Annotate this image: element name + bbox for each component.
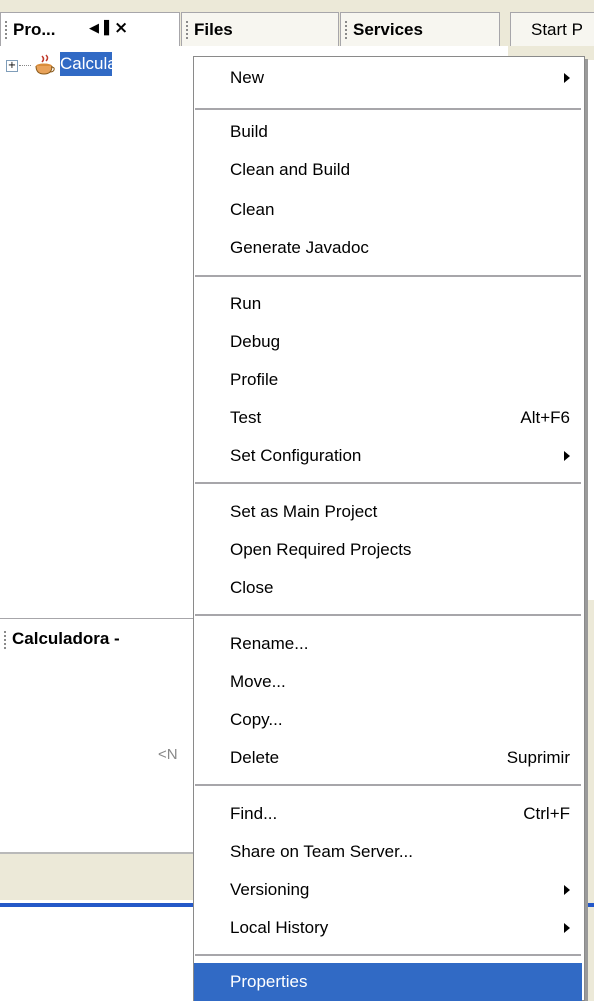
- tab-strip: Pro... ◀▐ × Files Services Start P: [0, 0, 594, 46]
- menu-item-label: Profile: [230, 370, 279, 389]
- menu-item-build[interactable]: Build: [194, 113, 582, 151]
- menu-separator: [195, 108, 581, 110]
- tab-projects-label: Pro...: [13, 20, 56, 39]
- menu-item-shortcut: Alt+F6: [520, 408, 570, 427]
- menu-item-shortcut: Suprimir: [506, 748, 570, 767]
- menu-item-label: New: [230, 68, 265, 87]
- drag-grip[interactable]: [5, 21, 9, 39]
- menu-item-label: Close: [230, 578, 274, 597]
- tab-services-label: Services: [353, 20, 423, 39]
- submenu-arrow-icon: [564, 885, 570, 895]
- menu-item-label: Run: [230, 294, 262, 313]
- menu-item-clean-and-build[interactable]: Clean and Build: [194, 151, 582, 189]
- menu-separator: [195, 482, 581, 484]
- status-area: [0, 854, 196, 900]
- tab-services[interactable]: Services: [340, 12, 500, 46]
- menu-item-label: Build: [230, 122, 268, 141]
- no-description-text: <N: [158, 746, 178, 763]
- menu-item-open-required-projects[interactable]: Open Required Projects: [194, 531, 582, 569]
- menu-separator: [195, 275, 581, 277]
- drag-grip[interactable]: [186, 21, 190, 39]
- menu-item-generate-javadoc[interactable]: Generate Javadoc: [194, 229, 582, 267]
- expand-icon[interactable]: +: [6, 60, 18, 72]
- menu-item-label: Local History: [230, 918, 329, 937]
- menu-item-label: Find...: [230, 804, 278, 823]
- tree-connector: [19, 65, 31, 66]
- menu-item-move[interactable]: Move...: [194, 663, 582, 701]
- menu-item-label: Share on Team Server...: [230, 842, 414, 861]
- project-label: Calculadora: [60, 54, 151, 73]
- menu-item-label: Move...: [230, 672, 286, 691]
- menu-item-run[interactable]: Run: [194, 285, 582, 323]
- navigator-tab[interactable]: Calculadora -: [0, 618, 196, 660]
- menu-item-label: Properties: [230, 972, 308, 991]
- menu-item-new[interactable]: New: [194, 59, 582, 97]
- menu-item-test[interactable]: Test Alt+F6: [194, 399, 582, 437]
- menu-item-label: Versioning: [230, 880, 310, 899]
- java-project-icon: [35, 54, 55, 75]
- menu-item-label: Copy...: [230, 710, 283, 729]
- tab-start-page[interactable]: Start P: [510, 12, 594, 46]
- drag-grip[interactable]: [4, 631, 6, 649]
- menu-item-label: Delete: [230, 748, 280, 767]
- project-tree: + Calculadora: [0, 46, 200, 606]
- tab-projects[interactable]: Pro... ◀▐ ×: [0, 12, 180, 46]
- submenu-arrow-icon: [564, 73, 570, 83]
- menu-item-label: Debug: [230, 332, 281, 351]
- menu-item-label: Set Configuration: [230, 446, 362, 465]
- menu-item-copy[interactable]: Copy...: [194, 701, 582, 739]
- menu-item-set-as-main-project[interactable]: Set as Main Project: [194, 493, 582, 531]
- menu-item-set-configuration[interactable]: Set Configuration: [194, 437, 582, 475]
- menu-item-versioning[interactable]: Versioning: [194, 871, 582, 909]
- menu-separator: [195, 954, 581, 956]
- menu-item-label: Set as Main Project: [230, 502, 378, 521]
- menu-item-profile[interactable]: Profile: [194, 361, 582, 399]
- menu-item-label: Clean and Build: [230, 160, 351, 179]
- context-menu: New Build Clean and Build Clean Generate…: [193, 56, 585, 1001]
- menu-item-debug[interactable]: Debug: [194, 323, 582, 361]
- taskbar-edge: [585, 903, 594, 907]
- menu-item-find[interactable]: Find... Ctrl+F: [194, 795, 582, 833]
- menu-item-label: Open Required Projects: [230, 540, 412, 559]
- project-node[interactable]: Calculadora: [60, 52, 151, 76]
- tab-files-label: Files: [194, 20, 233, 39]
- minimize-icon[interactable]: ◀▐: [89, 21, 109, 36]
- menu-item-local-history[interactable]: Local History: [194, 909, 582, 947]
- submenu-arrow-icon: [564, 451, 570, 461]
- menu-item-clean[interactable]: Clean: [194, 191, 582, 229]
- menu-item-close[interactable]: Close: [194, 569, 582, 607]
- menu-item-share-on-team-server[interactable]: Share on Team Server...: [194, 833, 582, 871]
- menu-separator: [195, 614, 581, 616]
- navigator-title: Calculadora -: [12, 629, 120, 648]
- menu-item-label: Test: [230, 408, 262, 427]
- menu-item-label: Rename...: [230, 634, 309, 653]
- taskbar-edge: [0, 903, 196, 907]
- menu-item-label: Generate Javadoc: [230, 238, 369, 257]
- menu-item-label: Clean: [230, 200, 275, 219]
- drag-grip[interactable]: [345, 21, 349, 39]
- menu-item-properties[interactable]: Properties: [194, 963, 582, 1001]
- menu-item-rename[interactable]: Rename...: [194, 625, 582, 663]
- close-icon[interactable]: ×: [114, 18, 128, 38]
- menu-separator: [195, 784, 581, 786]
- menu-item-delete[interactable]: Delete Suprimir: [194, 739, 582, 777]
- tab-files[interactable]: Files: [181, 12, 339, 46]
- menu-item-shortcut: Ctrl+F: [523, 804, 570, 823]
- submenu-arrow-icon: [564, 923, 570, 933]
- tab-start-page-label: Start P: [531, 20, 583, 39]
